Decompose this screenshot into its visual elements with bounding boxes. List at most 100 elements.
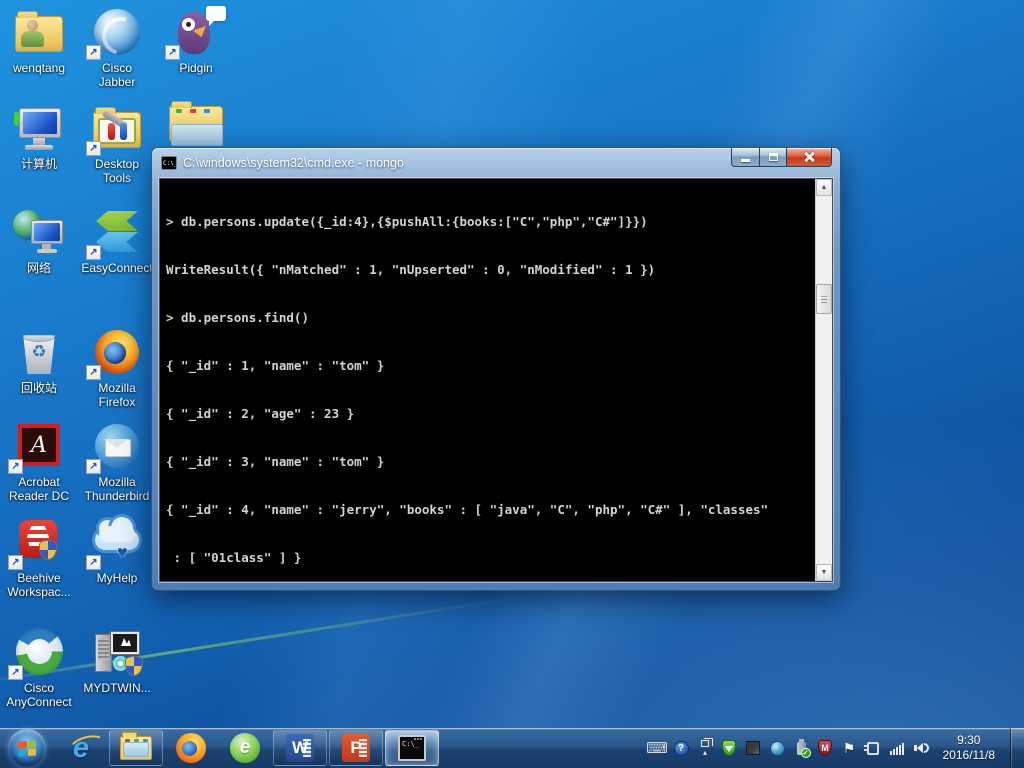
desktop-icon-network[interactable]: 网络	[0, 206, 78, 275]
network-globe-monitor-icon	[11, 206, 67, 258]
cloud-heart-icon: ♥ ↗	[89, 516, 145, 568]
desktop-icon-mydtwin[interactable]: MYDTWIN...	[78, 626, 156, 695]
scroll-up-button[interactable]: ▲	[816, 179, 832, 196]
volume-icon[interactable]	[913, 740, 930, 757]
icon-label: 网络	[0, 261, 78, 275]
update-shield-icon[interactable]	[721, 740, 738, 757]
clock-date: 2016/11/8	[943, 748, 996, 763]
taskbar-item-powerpoint[interactable]: P	[329, 730, 383, 766]
console-line: WriteResult({ "nMatched" : 1, "nUpserted…	[166, 262, 815, 278]
icon-label: MyHelp	[78, 571, 156, 585]
network-globe-icon[interactable]	[769, 740, 786, 757]
app-grid-icon[interactable]	[745, 740, 762, 757]
signal-bars-icon[interactable]	[889, 740, 906, 757]
scrollbar[interactable]: ▲ ▼	[815, 179, 832, 581]
desktop-icon-recycle-bin[interactable]: ♻ 回收站	[0, 326, 78, 395]
shortcut-arrow-icon: ↗	[86, 555, 101, 570]
console-line: > db.persons.find()	[166, 310, 815, 326]
uac-shield-icon	[39, 540, 57, 560]
console-line: > db.persons.update({_id:4},{$pushAll:{b…	[166, 214, 815, 230]
window-titlebar[interactable]: C:\_ C:\windows\system32\cmd.exe - mongo	[152, 148, 840, 178]
show-hidden-icons-button[interactable]: ▴	[697, 740, 714, 757]
console-line: { "_id" : 4, "name" : "jerry", "books" :…	[166, 502, 815, 518]
taskbar-item-cmd[interactable]: C:\_	[385, 730, 439, 766]
ie-icon: e	[73, 734, 89, 763]
desktop-icon-cisco-jabber[interactable]: ↗ CiscoJabber	[78, 6, 156, 89]
pidgin-bird-icon: ↗	[168, 6, 224, 58]
show-desktop-button[interactable]	[1010, 728, 1024, 768]
anyconnect-globe-icon: ↗	[11, 626, 67, 678]
icon-label: DesktopTools	[78, 157, 156, 185]
icon-label: MozillaThunderbird	[78, 475, 156, 503]
firefox-icon: ↗	[89, 326, 145, 378]
desktop-icon-firefox[interactable]: ↗ MozillaFirefox	[78, 326, 156, 409]
tools-folder-icon: ↗	[89, 102, 145, 154]
shortcut-arrow-icon: ↗	[165, 45, 180, 60]
desktop-wallpaper: wenqtang ↗ CiscoJabber ↗ Pidgin 计算机 ↗ De…	[0, 0, 1024, 768]
taskbar-item-360-browser[interactable]: e	[218, 728, 272, 768]
shortcut-arrow-icon: ↗	[86, 459, 101, 474]
360-browser-icon: e	[230, 733, 260, 763]
desktop-icon-beehive[interactable]: ↗ BeehiveWorkspac...	[0, 516, 78, 599]
icon-label: BeehiveWorkspac...	[0, 571, 78, 599]
desktop-icon-pidgin[interactable]: ↗ Pidgin	[157, 6, 235, 75]
keyboard-icon[interactable]: ⌨	[649, 740, 666, 757]
taskbar-item-windows-explorer[interactable]	[109, 730, 163, 766]
shortcut-arrow-icon: ↗	[86, 245, 101, 260]
icon-label: 计算机	[0, 157, 78, 171]
cmd-window-icon: C:\_	[161, 156, 177, 170]
desktop-icon-acrobat[interactable]: A ↗ AcrobatReader DC	[0, 420, 78, 503]
icon-label: CiscoJabber	[78, 61, 156, 89]
installer-icon	[89, 626, 145, 678]
usb-device-icon[interactable]: ✓	[793, 740, 810, 757]
power-plug-icon[interactable]	[865, 740, 882, 757]
console-output[interactable]: > db.persons.update({_id:4},{$pushAll:{b…	[160, 179, 815, 581]
explorer-folder-icon	[120, 736, 152, 760]
minimize-button[interactable]	[731, 148, 760, 167]
shortcut-arrow-icon: ↗	[86, 365, 101, 380]
shortcut-arrow-icon: ↗	[86, 141, 101, 156]
uac-shield-icon	[125, 656, 143, 676]
cmd-icon: C:\_	[398, 735, 426, 761]
start-button[interactable]	[0, 728, 54, 768]
thunderbird-icon: ↗	[89, 420, 145, 472]
taskbar-item-internet-explorer[interactable]: e	[54, 728, 108, 768]
close-button[interactable]	[787, 148, 832, 167]
icon-label: MozillaFirefox	[78, 381, 156, 409]
console-line: : [ "01class" ] }	[166, 550, 815, 566]
console-line: { "_id" : 1, "name" : "tom" }	[166, 358, 815, 374]
clock-time: 9:30	[943, 733, 996, 748]
beehive-icon: ↗	[11, 516, 67, 568]
scrollbar-thumb[interactable]	[816, 284, 832, 314]
shortcut-arrow-icon: ↗	[8, 459, 23, 474]
desktop-icon-thunderbird[interactable]: ↗ MozillaThunderbird	[78, 420, 156, 503]
desktop-icon-wenqtang[interactable]: wenqtang	[0, 6, 78, 75]
maximize-button[interactable]	[760, 148, 787, 167]
powerpoint-icon: P	[342, 734, 370, 762]
easyconnect-chevrons-icon: ↗	[89, 206, 145, 258]
clock[interactable]: 9:30 2016/11/8	[937, 733, 1004, 763]
desktop-icon-computer[interactable]: 计算机	[0, 102, 78, 171]
computer-monitor-icon	[11, 102, 67, 154]
desktop-icon-desktop-tools[interactable]: ↗ DesktopTools	[78, 102, 156, 185]
action-center-flag-icon[interactable]: ⚑	[841, 740, 858, 757]
mcafee-icon[interactable]: M	[817, 740, 834, 757]
jabber-sphere-icon: ↗	[89, 6, 145, 58]
icon-label: AcrobatReader DC	[0, 475, 78, 503]
desktop-icon-anyconnect[interactable]: ↗ CiscoAnyConnect	[0, 626, 78, 709]
recycle-bin-icon: ♻	[11, 326, 67, 378]
desktop-icon-folder[interactable]	[157, 96, 235, 151]
desktop-icon-easyconnect[interactable]: ↗ EasyConnect	[78, 206, 156, 275]
shortcut-arrow-icon: ↗	[8, 665, 23, 680]
firefox-icon	[176, 733, 206, 763]
scroll-down-button[interactable]: ▼	[816, 564, 832, 581]
icon-label: wenqtang	[0, 61, 78, 75]
cmd-window: C:\_ C:\windows\system32\cmd.exe - mongo…	[152, 148, 840, 590]
taskbar-item-word[interactable]: W	[273, 730, 327, 766]
taskbar-item-firefox[interactable]	[164, 728, 218, 768]
desktop-icon-myhelp[interactable]: ♥ ↗ MyHelp	[78, 516, 156, 585]
word-icon: W	[286, 734, 314, 762]
help-icon[interactable]: ?	[673, 740, 690, 757]
user-folder-icon	[11, 6, 67, 58]
console-line: { "_id" : 3, "name" : "tom" }	[166, 454, 815, 470]
